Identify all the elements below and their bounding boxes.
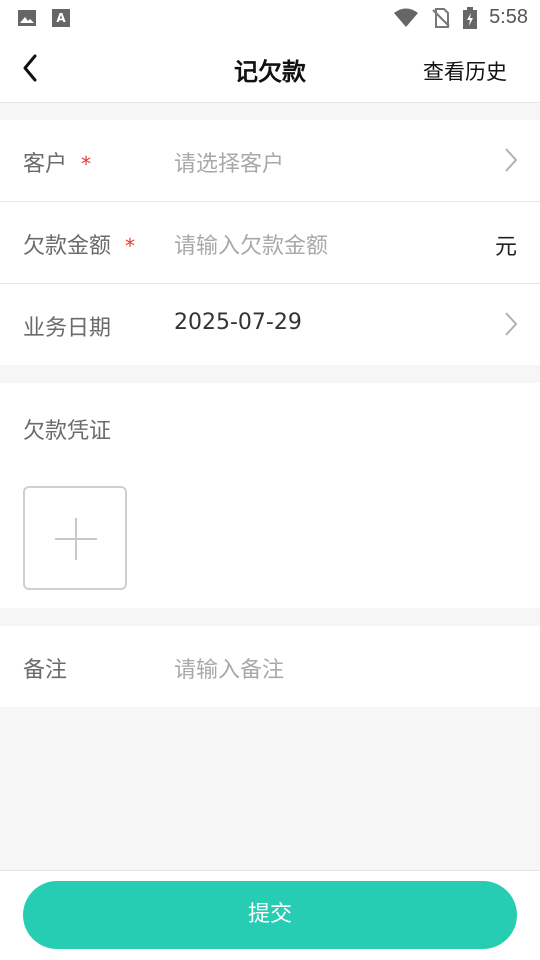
status-right-icons: 5:58 <box>393 6 528 29</box>
note-label: 备注 <box>23 658 68 683</box>
add-voucher-button[interactable] <box>23 486 127 590</box>
amount-label: 欠款金额 * <box>23 228 135 260</box>
customer-select[interactable]: 请选择客户 <box>174 146 284 178</box>
submit-button[interactable]: 提交 <box>23 881 517 949</box>
wifi-icon <box>394 8 419 27</box>
amount-row: 欠款金额 * 请输入欠款金额 元 <box>0 202 540 284</box>
note-section: 备注 请输入备注 <box>0 626 540 707</box>
status-left-icons: A <box>17 8 71 28</box>
no-sim-icon <box>432 7 450 28</box>
date-row[interactable]: 业务日期 2025-07-29 <box>0 284 540 365</box>
nav-bar: 记欠款 查看历史 <box>0 36 540 103</box>
date-label: 业务日期 <box>23 316 112 341</box>
customer-label: 客户 * <box>23 146 91 178</box>
bottom-bar: 提交 <box>0 870 540 960</box>
amount-unit: 元 <box>494 235 517 260</box>
date-value[interactable]: 2025-07-29 <box>174 310 302 335</box>
voucher-section: 欠款凭证 <box>0 383 540 608</box>
voucher-label: 欠款凭证 <box>23 419 112 444</box>
status-bar: A 5:58 <box>0 0 540 36</box>
required-star: * <box>125 234 136 258</box>
amount-input[interactable]: 请输入欠款金额 <box>174 228 328 260</box>
battery-charging-icon <box>463 6 478 29</box>
status-time: 5:58 <box>489 6 528 28</box>
customer-label-text: 客户 <box>23 152 68 177</box>
svg-text:A: A <box>56 11 66 25</box>
chevron-right-icon <box>505 148 518 172</box>
required-star: * <box>81 152 92 176</box>
image-icon <box>18 10 36 26</box>
customer-row[interactable]: 客户 * 请选择客户 <box>0 120 540 202</box>
note-input[interactable]: 请输入备注 <box>174 652 284 684</box>
text-icon: A <box>52 9 70 27</box>
debt-form-section: 客户 * 请选择客户 欠款金额 * 请输入欠款金额 元 业务日期 2025-07-2… <box>0 120 540 365</box>
plus-icon <box>55 518 97 560</box>
chevron-right-icon <box>505 312 518 336</box>
view-history-link[interactable]: 查看历史 <box>423 56 507 86</box>
amount-label-text: 欠款金额 <box>23 234 112 259</box>
screen: A 5:58 记欠款 查看历史 客户 * 请选择客户 欠款金额 * 请输入欠款金… <box>0 0 540 960</box>
